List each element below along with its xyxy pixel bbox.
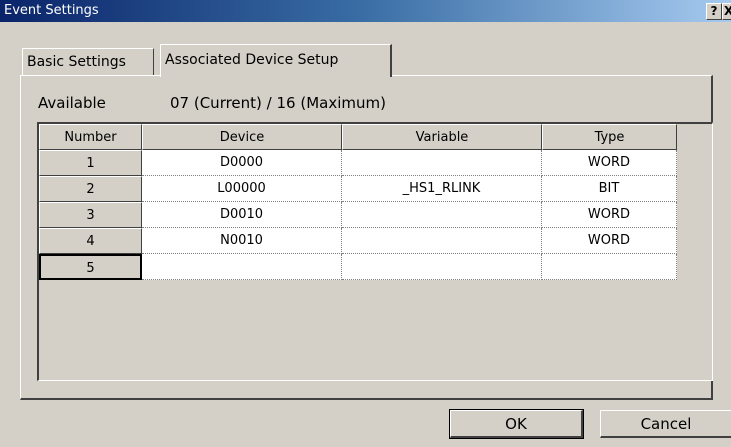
row-number-cell[interactable]: 1	[39, 150, 142, 176]
device-cell[interactable]: D0010	[142, 202, 342, 228]
cancel-button[interactable]: Cancel	[600, 410, 731, 438]
type-cell[interactable]	[542, 254, 677, 280]
device-counts: 07 (Current) / 16 (Maximum)	[170, 94, 386, 112]
variable-cell[interactable]	[342, 254, 542, 280]
type-cell[interactable]: BIT	[542, 176, 677, 202]
device-cell[interactable]: L00000	[142, 176, 342, 202]
ok-button[interactable]: OK	[449, 409, 584, 439]
tab-basic-settings[interactable]: Basic Settings	[22, 48, 154, 75]
device-cell[interactable]: D0000	[142, 150, 342, 176]
row-number-cell[interactable]: 5	[39, 254, 142, 280]
row-number-cell[interactable]: 3	[39, 202, 142, 228]
column-header-device[interactable]: Device	[142, 124, 342, 150]
window-title: Event Settings	[4, 3, 99, 18]
available-label: Available	[38, 94, 106, 112]
device-grid[interactable]: Number Device Variable Type 1 D0000 WORD…	[37, 122, 713, 381]
variable-cell[interactable]	[342, 228, 542, 254]
column-header-type[interactable]: Type	[542, 124, 677, 150]
variable-cell[interactable]	[342, 202, 542, 228]
type-cell[interactable]: WORD	[542, 202, 677, 228]
variable-cell[interactable]: _HS1_RLINK	[342, 176, 542, 202]
row-number-cell[interactable]: 4	[39, 228, 142, 254]
column-header-variable[interactable]: Variable	[342, 124, 542, 150]
column-header-number[interactable]: Number	[39, 124, 142, 150]
row-number-cell[interactable]: 2	[39, 176, 142, 202]
help-button[interactable]: ?	[706, 3, 722, 20]
title-bar[interactable]: Event Settings ? X	[0, 0, 731, 22]
type-cell[interactable]: WORD	[542, 228, 677, 254]
close-button[interactable]: X	[722, 3, 731, 20]
type-cell[interactable]: WORD	[542, 150, 677, 176]
tab-associated-device-setup[interactable]: Associated Device Setup	[160, 44, 392, 77]
device-cell[interactable]: N0010	[142, 228, 342, 254]
device-cell[interactable]	[142, 254, 342, 280]
variable-cell[interactable]	[342, 150, 542, 176]
